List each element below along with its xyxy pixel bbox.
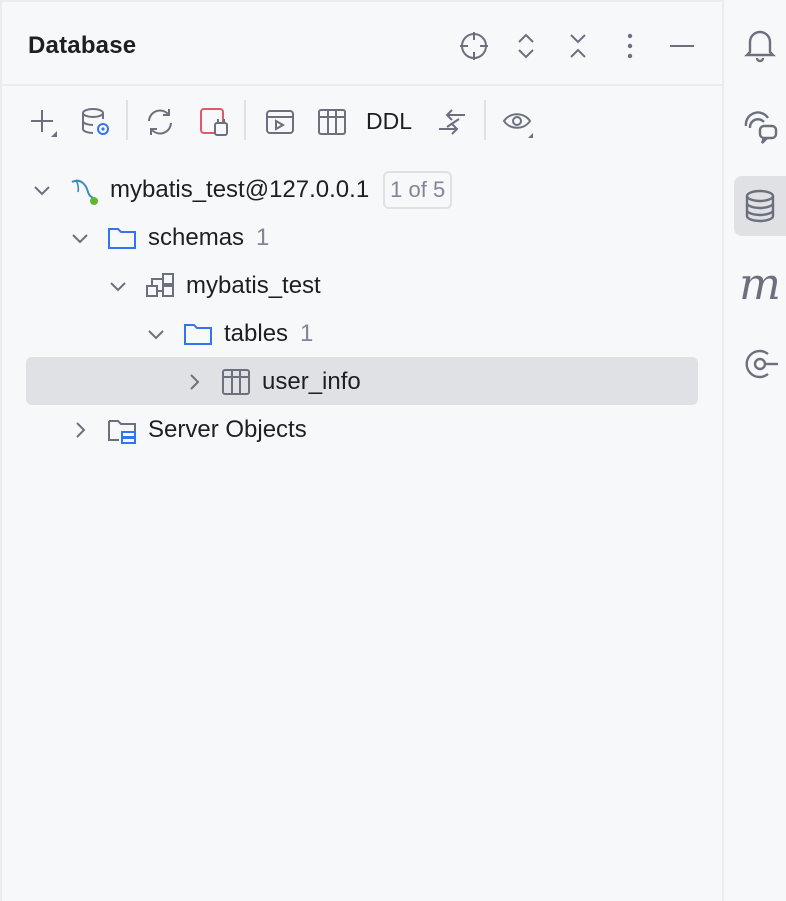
connection-label: mybatis_test@127.0.0.1 — [110, 176, 370, 203]
ai-assistant-icon[interactable] — [734, 96, 786, 156]
selected-row-highlight — [26, 357, 698, 405]
server-objects-icon — [106, 414, 138, 446]
expand-all-icon[interactable] — [508, 28, 544, 64]
view-options-icon[interactable] — [498, 100, 538, 144]
tree-node-server-objects[interactable]: Server Objects — [68, 406, 307, 454]
chevron-down-icon[interactable] — [68, 226, 92, 250]
schema-icon — [144, 270, 176, 302]
database-icon[interactable] — [734, 176, 786, 236]
toolbar-separator — [126, 100, 128, 140]
chevron-down-icon[interactable] — [30, 178, 54, 202]
add-icon[interactable] — [24, 100, 64, 144]
open-console-icon[interactable] — [260, 100, 300, 144]
toolbar-separator — [484, 100, 486, 140]
toolbar-separator — [244, 100, 246, 140]
minimize-icon[interactable] — [664, 28, 700, 64]
tree-node-table[interactable]: user_info — [182, 358, 361, 406]
maven-icon[interactable]: m — [734, 254, 786, 314]
table-label: user_info — [262, 368, 361, 395]
panel-title: Database — [28, 32, 137, 59]
tables-label: tables — [224, 320, 289, 347]
chevron-right-icon[interactable] — [182, 370, 206, 394]
data-source-properties-icon[interactable] — [76, 100, 116, 144]
disconnect-icon[interactable] — [194, 100, 234, 144]
schemas-label: schemas — [148, 224, 245, 251]
schemas-count: 1 — [256, 224, 270, 251]
folder-icon — [106, 222, 138, 254]
ddl-button[interactable]: DDL — [366, 108, 412, 135]
tool-window-divider — [722, 0, 724, 901]
schema-count-badge[interactable]: 1 of 5 — [383, 171, 453, 209]
tree-node-connection[interactable]: mybatis_test@127.0.0.1 1 of 5 — [30, 166, 453, 214]
endpoints-icon[interactable] — [734, 334, 786, 394]
server-objects-label: Server Objects — [148, 416, 307, 443]
chevron-down-icon[interactable] — [106, 274, 130, 298]
tree-node-schema[interactable]: mybatis_test — [106, 262, 321, 310]
table-view-icon[interactable] — [312, 100, 352, 144]
tree-node-schemas[interactable]: schemas 1 — [68, 214, 269, 262]
collapse-all-icon[interactable] — [560, 28, 596, 64]
header-divider — [0, 84, 722, 86]
locate-icon[interactable] — [456, 28, 492, 64]
refresh-icon[interactable] — [140, 100, 180, 144]
chevron-down-icon[interactable] — [144, 322, 168, 346]
notifications-icon[interactable] — [734, 14, 786, 74]
tree-node-tables[interactable]: tables 1 — [144, 310, 313, 358]
compare-icon[interactable] — [432, 100, 472, 144]
tables-count: 1 — [300, 320, 314, 347]
more-icon[interactable] — [612, 28, 648, 64]
table-icon — [220, 366, 252, 398]
chevron-right-icon[interactable] — [68, 418, 92, 442]
folder-icon — [182, 318, 214, 350]
mysql-icon — [68, 174, 100, 206]
schema-label: mybatis_test — [186, 272, 321, 299]
